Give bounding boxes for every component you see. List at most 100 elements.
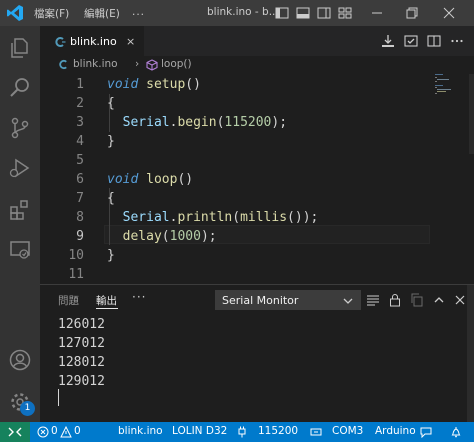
output-line: 126012 <box>58 317 105 332</box>
split-editor-icon[interactable] <box>426 33 442 49</box>
panel-tab-problems[interactable]: 問題 <box>58 293 79 308</box>
explorer-icon[interactable] <box>8 36 32 60</box>
toggle-primary-sidebar-icon[interactable] <box>274 5 290 21</box>
tab-close-icon[interactable]: × <box>126 35 135 48</box>
code-text: Serial.begin(115200); <box>122 115 288 130</box>
line-number: 5 <box>76 153 84 168</box>
menu-edit[interactable]: 編輯(E) <box>84 6 120 21</box>
text-caret <box>58 389 59 406</box>
code-text: void loop() <box>107 172 194 187</box>
code-line-current: 9 delay(1000); <box>40 227 440 246</box>
verify-icon[interactable] <box>403 33 419 49</box>
code-line: 3 Serial.begin(115200); <box>40 113 440 132</box>
code-text: Serial.println(millis()); <box>122 210 319 225</box>
serial-output[interactable]: 126012 127012 128012 129012 <box>58 315 105 391</box>
menu-more[interactable]: ... <box>132 6 145 18</box>
code-line: 10 } <box>40 246 440 265</box>
window-title: blink.ino - b... <box>207 6 279 18</box>
account-icon[interactable] <box>8 348 32 372</box>
code-line: 5 <box>40 151 440 170</box>
warning-count[interactable]: 0 <box>74 425 81 437</box>
output-channel-select[interactable]: Serial Monitor <box>215 290 361 310</box>
activity-bar: 1 <box>0 26 40 422</box>
code-line: 2 { <box>40 94 440 113</box>
lock-icon[interactable] <box>387 292 403 308</box>
editor-tab-bar: blink.ino × <box>40 26 474 56</box>
line-number: 10 <box>68 248 84 263</box>
code-line: 11 <box>40 265 440 284</box>
code-line: 8 Serial.println(millis()); <box>40 208 440 227</box>
minimize-icon[interactable] <box>368 4 386 22</box>
error-count[interactable]: 0 <box>51 425 58 437</box>
close-panel-icon[interactable] <box>452 292 468 308</box>
code-line: 6 void loop() <box>40 170 440 189</box>
copy-icon[interactable] <box>409 292 425 308</box>
cpp-file-icon <box>55 37 66 47</box>
status-port[interactable]: COM3 <box>332 425 363 437</box>
breadcrumb-file[interactable]: blink.ino <box>73 58 118 70</box>
code-text: delay(1000); <box>122 229 217 244</box>
more-actions-icon[interactable] <box>449 33 465 49</box>
filter-lines-icon[interactable] <box>365 292 381 308</box>
status-baud[interactable]: 115200 <box>258 425 298 437</box>
breadcrumb-symbol[interactable]: loop() <box>161 58 192 70</box>
method-symbol-icon <box>146 59 158 71</box>
code-text: } <box>107 248 115 263</box>
run-debug-icon[interactable] <box>8 156 32 180</box>
title-bar: 檔案(F) 編輯(E) ... blink.ino - b... <box>0 0 474 26</box>
toggle-panel-icon[interactable] <box>295 5 311 21</box>
code-editor[interactable]: 1 void setup() 2 { 3 Serial.begin(115200… <box>40 74 474 284</box>
status-board[interactable]: LOLIN D32 <box>172 425 227 437</box>
menu-file[interactable]: 檔案(F) <box>34 6 69 21</box>
line-number: 3 <box>76 115 84 130</box>
panel-tab-output[interactable]: 輸出 <box>96 293 117 308</box>
breadcrumb: blink.ino › loop() <box>40 56 474 74</box>
breadcrumb-separator: › <box>135 58 140 70</box>
panel-more-icon[interactable]: ··· <box>132 290 146 304</box>
feedback-icon[interactable] <box>420 426 432 438</box>
port-icon <box>310 428 322 436</box>
source-control-icon[interactable] <box>8 116 32 140</box>
upload-icon[interactable] <box>380 33 396 49</box>
active-tab-underline <box>96 308 118 309</box>
line-number: 11 <box>68 267 84 282</box>
customize-layout-icon[interactable] <box>337 5 353 21</box>
editor-scrollbar[interactable] <box>469 74 474 154</box>
remote-indicator[interactable] <box>0 422 30 442</box>
line-number: 1 <box>76 77 84 92</box>
remote-icon <box>8 427 22 437</box>
manage-badge: 1 <box>20 401 35 416</box>
tab-label: blink.ino <box>70 35 117 48</box>
maximize-panel-icon[interactable] <box>431 292 447 308</box>
code-text: void setup() <box>107 77 201 92</box>
code-line: 7 { <box>40 189 440 208</box>
tab-blink-ino[interactable]: blink.ino × <box>40 26 144 56</box>
notifications-bell-icon[interactable] <box>450 426 462 438</box>
status-bar: 0 0 blink.ino LOLIN D32 115200 COM3 Ardu… <box>0 422 474 442</box>
status-file[interactable]: blink.ino <box>118 425 163 437</box>
output-channel-value: Serial Monitor <box>222 294 299 307</box>
line-number: 9 <box>76 229 84 244</box>
line-number: 7 <box>76 191 84 206</box>
toggle-secondary-sidebar-icon[interactable] <box>316 5 332 21</box>
close-window-icon[interactable] <box>440 4 458 22</box>
search-icon[interactable] <box>8 76 32 100</box>
code-text: { <box>107 96 115 111</box>
output-line: 127012 <box>58 336 105 351</box>
restore-icon[interactable] <box>403 4 421 22</box>
line-number: 2 <box>76 96 84 111</box>
remote-explorer-icon[interactable] <box>8 238 32 262</box>
output-line: 129012 <box>58 374 105 389</box>
minimap[interactable] <box>435 74 465 114</box>
code-line: 4 } <box>40 132 440 151</box>
line-number: 8 <box>76 210 84 225</box>
code-text: { <box>107 191 115 206</box>
vscode-logo-icon <box>7 5 23 21</box>
panel-scrollbar[interactable] <box>467 285 474 423</box>
status-platform[interactable]: Arduino <box>375 425 416 437</box>
cpp-file-icon <box>59 59 67 70</box>
bottom-panel: 問題 輸出 ··· Serial Monitor 126012 127012 1… <box>40 284 474 423</box>
warning-icon <box>60 426 72 438</box>
line-number: 6 <box>76 172 84 187</box>
extensions-icon[interactable] <box>8 198 32 222</box>
